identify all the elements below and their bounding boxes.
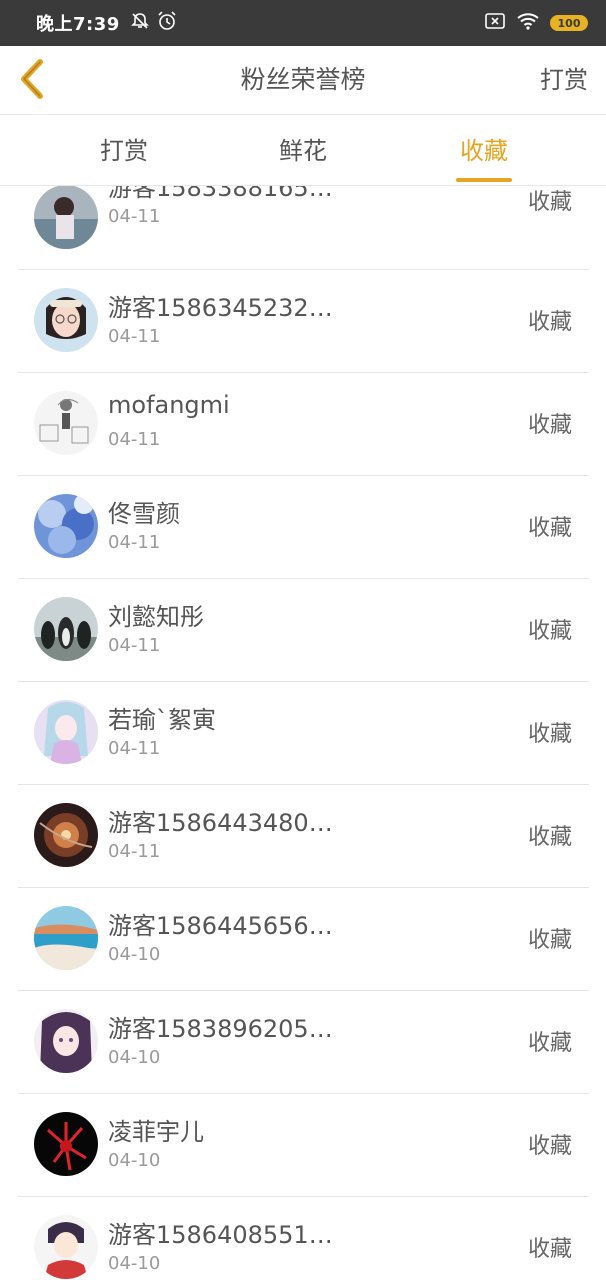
avatar bbox=[34, 1215, 98, 1279]
active-tab-indicator bbox=[456, 178, 512, 182]
list-item[interactable]: 凌菲宇儿 04-10 收藏 bbox=[18, 1093, 589, 1197]
tab-label: 鲜花 bbox=[279, 137, 327, 165]
reward-button[interactable]: 打赏 bbox=[540, 46, 588, 114]
fan-date: 04-10 bbox=[108, 944, 161, 965]
fan-date: 04-10 bbox=[108, 1047, 161, 1068]
tab-label: 打赏 bbox=[100, 137, 148, 165]
app-bar: 粉丝荣誉榜 打赏 bbox=[0, 46, 606, 115]
avatar bbox=[34, 597, 98, 661]
fan-name: 游客1586345232… bbox=[108, 294, 333, 322]
fan-name: 佟雪颜 bbox=[108, 500, 180, 528]
list-item[interactable]: 游客1583388165… 04-11 收藏 bbox=[18, 186, 589, 270]
fan-name: 若瑜`絮寅 bbox=[108, 706, 216, 734]
battery-icon: 100 bbox=[550, 15, 588, 31]
avatar bbox=[34, 1009, 98, 1073]
row-action-label: 收藏 bbox=[527, 516, 572, 541]
sim-none-icon bbox=[484, 12, 506, 34]
fan-name: 游客1586445656… bbox=[108, 912, 333, 940]
fan-date: 04-11 bbox=[108, 326, 161, 347]
avatar bbox=[34, 700, 98, 764]
avatar bbox=[34, 803, 98, 867]
list-item[interactable]: 刘懿知彤 04-11 收藏 bbox=[18, 578, 589, 682]
list-item[interactable]: 佟雪颜 04-11 收藏 bbox=[18, 475, 589, 579]
avatar bbox=[34, 288, 98, 352]
tab-label: 收藏 bbox=[460, 137, 508, 165]
list-item[interactable]: 若瑜`絮寅 04-11 收藏 bbox=[18, 681, 589, 785]
row-action-label: 收藏 bbox=[527, 413, 572, 438]
fan-date: 04-11 bbox=[108, 635, 161, 656]
fan-name: 刘懿知彤 bbox=[108, 603, 204, 631]
list-item[interactable]: 游客1583896205… 04-10 收藏 bbox=[18, 990, 589, 1094]
list-item[interactable]: 游客1586345232… 04-11 收藏 bbox=[18, 269, 589, 373]
tab-flowers[interactable]: 鲜花 bbox=[275, 115, 331, 185]
avatar bbox=[34, 391, 98, 455]
row-action-label: 收藏 bbox=[527, 825, 572, 850]
row-action-label: 收藏 bbox=[527, 1237, 572, 1262]
notifications-muted-icon bbox=[130, 11, 150, 35]
list-item[interactable]: 游客1586443480… 04-11 收藏 bbox=[18, 784, 589, 888]
fan-name: 游客1586408551… bbox=[108, 1221, 333, 1249]
fan-date: 04-11 bbox=[108, 532, 161, 553]
fan-name: 游客1583896205… bbox=[108, 1015, 333, 1043]
wifi-icon bbox=[516, 12, 540, 34]
row-action-label: 收藏 bbox=[527, 928, 572, 953]
fan-date: 04-10 bbox=[108, 1253, 161, 1274]
status-bar: 晚上7:39 100 bbox=[0, 0, 606, 46]
row-action-label: 收藏 bbox=[527, 619, 572, 644]
fan-date: 04-10 bbox=[108, 1150, 161, 1171]
alarm-icon bbox=[156, 10, 178, 36]
row-action-label: 收藏 bbox=[527, 190, 572, 215]
avatar bbox=[34, 1112, 98, 1176]
tab-bar: 打赏 鲜花 收藏 bbox=[0, 115, 606, 186]
fan-date: 04-11 bbox=[108, 841, 161, 862]
status-time: 晚上7:39 bbox=[36, 14, 120, 35]
tab-favorites[interactable]: 收藏 bbox=[456, 115, 512, 185]
tab-reward[interactable]: 打赏 bbox=[96, 115, 152, 185]
avatar bbox=[34, 906, 98, 970]
avatar bbox=[34, 494, 98, 558]
fan-name: 游客1583388165… bbox=[108, 186, 333, 202]
fan-date: 04-11 bbox=[108, 738, 161, 759]
fan-date: 04-11 bbox=[108, 429, 161, 450]
fan-name: 游客1586443480… bbox=[108, 809, 333, 837]
row-action-label: 收藏 bbox=[527, 310, 572, 335]
avatar bbox=[34, 186, 98, 249]
row-action-label: 收藏 bbox=[527, 1134, 572, 1159]
fan-name: mofangmi bbox=[108, 391, 230, 419]
row-action-label: 收藏 bbox=[527, 1031, 572, 1056]
list-item[interactable]: mofangmi 04-11 收藏 bbox=[18, 372, 589, 476]
fan-name: 凌菲宇儿 bbox=[108, 1118, 204, 1146]
page-title: 粉丝荣誉榜 bbox=[240, 65, 366, 94]
fan-date: 04-11 bbox=[108, 206, 161, 227]
row-action-label: 收藏 bbox=[527, 722, 572, 747]
list-item[interactable]: 游客1586408551… 04-10 收藏 bbox=[18, 1196, 589, 1280]
fan-list[interactable]: 游客1583388165… 04-11 收藏 游客1586345232… 04-… bbox=[0, 186, 606, 1280]
list-item[interactable]: 游客1586445656… 04-10 收藏 bbox=[18, 887, 589, 991]
